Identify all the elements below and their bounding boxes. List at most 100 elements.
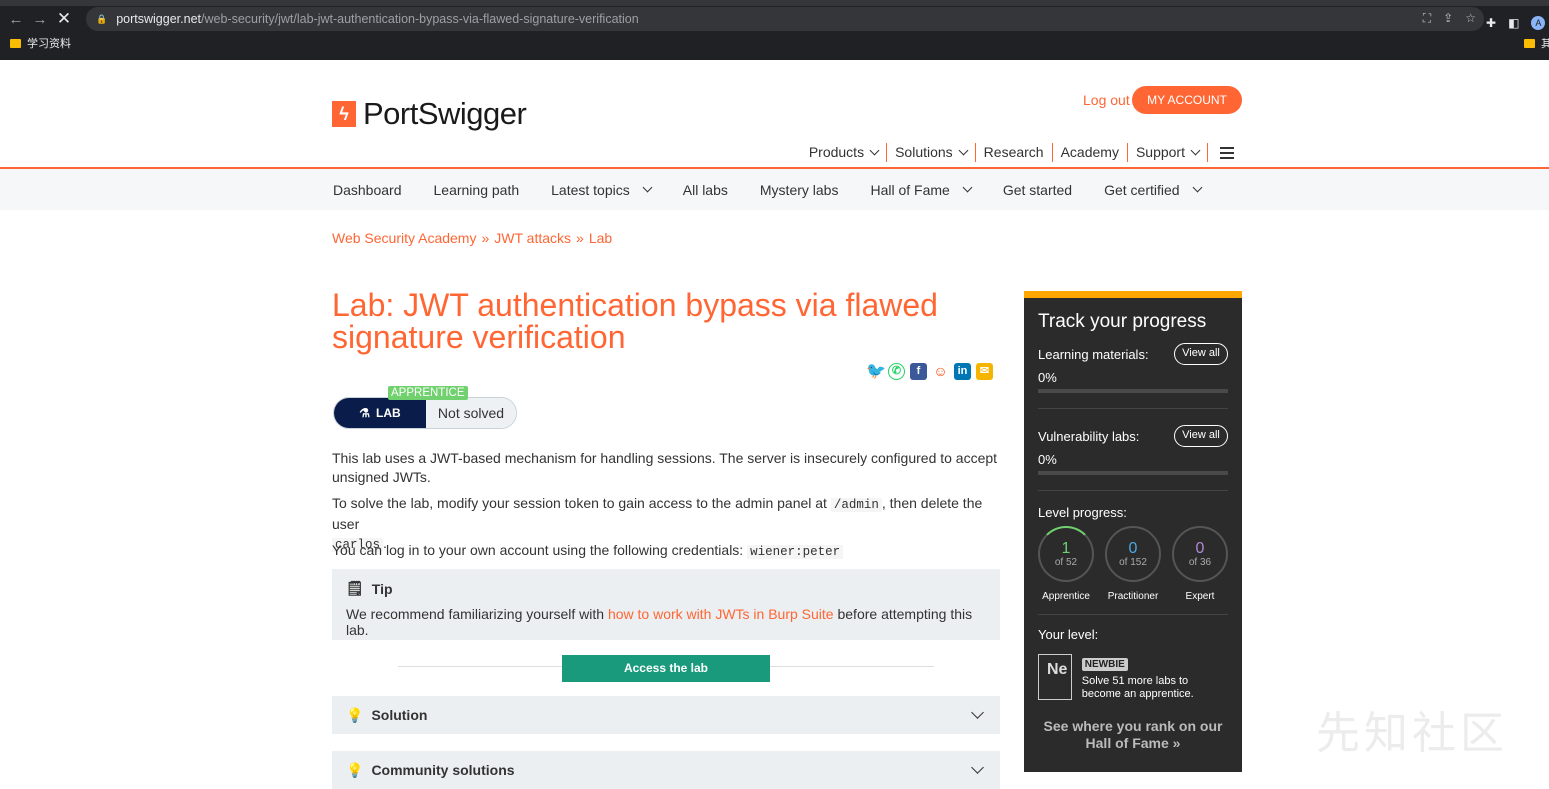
subnav-hall-of-fame[interactable]: Hall of Fame — [870, 182, 973, 198]
lab-credentials: You can log in to your own account using… — [332, 541, 1000, 562]
progress-title: Track your progress — [1038, 311, 1207, 332]
web-page: ϟ PortSwigger Log out MY ACCOUNT Product… — [0, 60, 1549, 789]
subnav-mystery-labs[interactable]: Mystery labs — [760, 182, 839, 198]
nav-research[interactable]: Research — [976, 143, 1053, 162]
nav-label: Research — [983, 144, 1044, 160]
brand-name: PortSwigger — [363, 96, 527, 131]
text: You can log in to your own account using… — [332, 542, 748, 558]
bookmark-label: 学习资料 — [27, 38, 71, 50]
bookmark-item-study[interactable]: 学习资料 — [10, 35, 71, 51]
level-practitioner[interactable]: 0 of 152 Practitioner — [1105, 526, 1161, 602]
back-icon[interactable]: ← — [4, 11, 28, 28]
nav-academy[interactable]: Academy — [1053, 143, 1128, 162]
tip-text: We recommend familiarizing yourself with — [346, 606, 608, 622]
lock-icon[interactable]: 🔒 — [96, 14, 107, 25]
subnav-latest-topics[interactable]: Latest topics — [551, 181, 653, 198]
chevron-down-icon — [869, 145, 880, 156]
vuln-percent: 0% — [1038, 452, 1057, 467]
solution-accordion[interactable]: 💡 Solution — [332, 696, 1000, 734]
hamburger-icon — [1220, 146, 1234, 159]
logout-link[interactable]: Log out — [1083, 92, 1130, 108]
whatsapp-icon[interactable]: ✆ — [888, 363, 905, 380]
subnav-learning-path[interactable]: Learning path — [434, 182, 520, 198]
share-links: 🐦 ✆ f ☺ in ✉ — [866, 363, 993, 380]
breadcrumb-jwt[interactable]: JWT attacks — [494, 230, 571, 246]
nav-solutions[interactable]: Solutions — [887, 143, 976, 162]
text: To solve the lab, modify your session to… — [332, 495, 831, 511]
level-apprentice[interactable]: 1 of 52 Apprentice — [1038, 526, 1094, 602]
subnav-label: Latest topics — [551, 181, 630, 198]
level-expert[interactable]: 0 of 36 Expert — [1172, 526, 1228, 602]
element-badge: Ne — [1038, 654, 1072, 700]
level-total: of 36 — [1188, 556, 1212, 568]
reddit-icon[interactable]: ☺ — [932, 363, 949, 380]
url-path: /web-security/jwt/lab-jwt-authentication… — [201, 12, 639, 26]
level-circles: 1 of 52 Apprentice 0 of 152 Practitioner 0… — [1038, 526, 1228, 602]
logo-icon: ϟ — [332, 101, 356, 127]
nav-products[interactable]: Products — [801, 143, 888, 162]
divider — [1038, 408, 1228, 409]
stop-loading-icon[interactable]: ✕ — [52, 9, 76, 29]
email-icon[interactable]: ✉ — [976, 363, 993, 380]
chevron-down-icon — [642, 182, 653, 193]
chevron-down-icon — [1192, 182, 1203, 193]
view-all-learning-button[interactable]: View all — [1174, 343, 1228, 365]
subnav-get-started[interactable]: Get started — [1003, 182, 1072, 198]
tip-box: 🗒 Tip We recommend familiarizing yourself… — [332, 569, 1000, 640]
breadcrumb-lab[interactable]: Lab — [589, 230, 612, 246]
facebook-icon[interactable]: f — [910, 363, 927, 380]
nav-support[interactable]: Support — [1128, 143, 1208, 162]
credentials-code: wiener:peter — [747, 545, 844, 559]
lightbulb-icon: 💡 — [346, 706, 364, 723]
accordion-label: Community solutions — [371, 762, 515, 778]
admin-path-code: /admin — [830, 498, 882, 512]
portswigger-logo[interactable]: ϟ PortSwigger — [332, 96, 527, 132]
breadcrumb-academy[interactable]: Web Security Academy — [332, 230, 476, 246]
main-nav: Products Solutions Research Academy Supp… — [801, 143, 1242, 162]
progress-panel: Track your progress Learning materials: V… — [1024, 291, 1242, 772]
level-count: 0 — [1128, 539, 1138, 557]
community-solutions-accordion[interactable]: 💡 Community solutions — [332, 751, 1000, 789]
share-icon[interactable]: ⇪ — [1443, 11, 1453, 26]
chevron-down-icon — [958, 145, 969, 156]
chevron-down-icon — [962, 182, 973, 193]
profile-avatar[interactable]: A — [1531, 16, 1546, 30]
access-lab-button[interactable]: Access the lab — [562, 655, 770, 682]
star-icon[interactable]: ☆ — [1465, 11, 1476, 26]
level-name: Practitioner — [1107, 591, 1159, 602]
browser-chrome: ← → ✕ 🔒 portswigger.net/web-security/jwt… — [0, 0, 1549, 60]
flask-icon: ⚗ — [359, 406, 371, 420]
vuln-progress-bar — [1038, 471, 1228, 475]
watermark-text: 先知社区 — [1316, 708, 1508, 759]
lab-text: LAB — [376, 406, 401, 420]
nav-label: Academy — [1060, 144, 1119, 160]
lab-description: This lab uses a JWT-based mechanism for … — [332, 450, 998, 485]
your-level-card: Ne NEWBIE Solve 51 more labs to become a… — [1038, 654, 1228, 701]
view-all-labs-button[interactable]: View all — [1174, 425, 1228, 447]
learning-label: Learning materials: — [1038, 346, 1149, 362]
level-count: 0 — [1195, 539, 1205, 557]
nav-label: Solutions — [895, 144, 953, 160]
level-total: of 152 — [1119, 556, 1147, 568]
sidepanel-icon[interactable]: ◧ — [1508, 16, 1519, 30]
my-account-button[interactable]: MY ACCOUNT — [1132, 86, 1242, 114]
bookmark-item-other[interactable]: 其 — [1524, 35, 1549, 51]
vuln-label: Vulnerability labs: — [1038, 428, 1140, 444]
address-bar[interactable]: 🔒 portswigger.net/web-security/jwt/lab-j… — [86, 7, 1484, 31]
burp-jwt-link[interactable]: how to work with JWTs in Burp Suite — [608, 606, 834, 622]
translate-icon[interactable]: ⛶ — [1423, 11, 1431, 26]
subnav-dashboard[interactable]: Dashboard — [333, 182, 402, 198]
extensions-icon[interactable]: ✚ — [1486, 16, 1496, 30]
level-badge: APPRENTICE — [388, 386, 468, 400]
linkedin-icon[interactable]: in — [954, 363, 971, 380]
hall-of-fame-link[interactable]: See where you rank on our Hall of Fame » — [1038, 718, 1228, 752]
forward-icon[interactable]: → — [28, 11, 52, 28]
browser-toolbar: ← → ✕ 🔒 portswigger.net/web-security/jwt… — [0, 6, 1549, 32]
tip-title: Tip — [371, 580, 393, 597]
chevron-down-icon — [1190, 145, 1201, 156]
breadcrumb: Web Security Academy » JWT attacks » Lab — [332, 230, 612, 246]
menu-button[interactable] — [1208, 146, 1242, 159]
twitter-icon[interactable]: 🐦 — [866, 363, 886, 380]
subnav-all-labs[interactable]: All labs — [683, 182, 728, 198]
subnav-get-certified[interactable]: Get certified — [1104, 182, 1203, 198]
